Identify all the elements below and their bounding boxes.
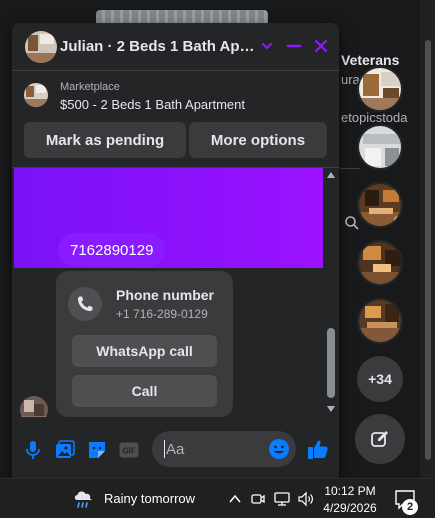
scroll-down-arrow[interactable] — [327, 406, 335, 412]
voice-clip-button[interactable] — [22, 439, 44, 461]
weather-label[interactable]: Rainy tomorrow — [104, 491, 195, 506]
gif-label: GIF — [122, 447, 135, 456]
network-button[interactable] — [273, 491, 291, 507]
phone-icon-container — [68, 287, 102, 321]
chat-title[interactable]: Julian · 2 Beds 1 Bath Apar... — [60, 38, 260, 55]
volume-button[interactable] — [297, 491, 315, 507]
microphone-icon — [26, 441, 40, 459]
sender-avatar — [20, 396, 48, 417]
new-message-button[interactable] — [355, 414, 405, 464]
phone-icon — [78, 296, 93, 311]
attach-photo-button[interactable] — [54, 439, 76, 461]
like-button[interactable] — [307, 438, 329, 460]
photo-icon — [56, 440, 75, 458]
chat-head-avatar[interactable] — [357, 298, 403, 344]
sticker-button[interactable] — [86, 439, 108, 461]
emoji-icon[interactable] — [268, 438, 290, 460]
message-thread[interactable]: 7162890129 Phone number +1 716-289-0129 … — [12, 167, 339, 417]
more-chats-count: +34 — [368, 371, 392, 387]
background-title: Veterans — [341, 52, 400, 68]
message-composer: GIF Aa — [12, 427, 339, 471]
chat-window: Julian · 2 Beds 1 Bath Apar... Marketpla… — [12, 23, 339, 478]
meet-now-button[interactable] — [249, 491, 267, 507]
gif-icon: GIF — [119, 442, 139, 458]
more-options-button[interactable]: More options — [189, 122, 327, 158]
listing-source: Marketplace — [60, 81, 120, 93]
minimize-icon — [286, 44, 302, 48]
background-divider — [340, 168, 360, 169]
marketplace-listing[interactable]: Marketplace $500 - 2 Beds 1 Bath Apartme… — [12, 71, 339, 115]
mark-as-pending-button[interactable]: Mark as pending — [24, 122, 186, 158]
search-icon[interactable] — [344, 215, 360, 231]
listing-title: $500 - 2 Beds 1 Bath Apartment — [60, 97, 246, 112]
chat-head-avatar[interactable] — [357, 124, 403, 170]
online-status-dot — [394, 216, 401, 224]
show-hidden-icons-button[interactable] — [226, 491, 244, 507]
chat-head-avatar[interactable] — [357, 240, 403, 286]
notification-count-badge: 2 — [402, 499, 418, 515]
whatsapp-call-button[interactable]: WhatsApp call — [72, 335, 217, 367]
rain-cloud-icon[interactable] — [72, 487, 96, 511]
contact-avatar[interactable] — [25, 31, 57, 63]
close-button[interactable] — [310, 35, 332, 57]
phone-card-title: Phone number — [116, 287, 215, 303]
windows-taskbar: Rainy tomorrow 10:12 PM 4/29/2026 2 — [0, 478, 435, 518]
chat-head-avatar[interactable] — [357, 66, 403, 112]
more-chats-button[interactable]: +34 — [357, 356, 403, 402]
thumbs-up-icon — [308, 440, 328, 459]
minimize-button[interactable] — [283, 35, 305, 57]
speaker-icon — [298, 491, 313, 507]
phone-card-number: +1 716-289-0129 — [116, 307, 208, 321]
clock-time[interactable]: 10:12 PM — [318, 484, 382, 498]
network-icon — [274, 492, 290, 506]
thread-scrollbar[interactable] — [323, 168, 339, 417]
sticker-icon — [89, 442, 105, 458]
phone-number-card: Phone number +1 716-289-0129 WhatsApp ca… — [56, 271, 233, 417]
page-scrollbar-thumb[interactable] — [425, 40, 431, 460]
scroll-up-arrow[interactable] — [327, 172, 335, 178]
text-caret — [164, 440, 165, 458]
close-icon — [314, 39, 328, 53]
message-input[interactable]: Aa — [152, 431, 296, 467]
chevron-down-icon[interactable] — [260, 39, 274, 53]
compose-icon — [371, 431, 388, 447]
listing-thumbnail — [24, 83, 48, 107]
chat-head-avatar[interactable] — [357, 182, 403, 228]
gif-button[interactable]: GIF — [118, 439, 140, 461]
message-input-placeholder: Aa — [166, 441, 185, 458]
clock-date[interactable]: 4/29/2026 — [318, 501, 382, 515]
chevron-up-icon — [229, 494, 241, 503]
scrollbar-thumb[interactable] — [327, 328, 335, 398]
call-button[interactable]: Call — [72, 375, 217, 407]
phone-message-bubble[interactable]: 7162890129 — [58, 233, 166, 267]
chat-header[interactable]: Julian · 2 Beds 1 Bath Apar... — [12, 23, 339, 71]
background-handle: etopicstoda — [341, 110, 408, 125]
camera-icon — [251, 494, 265, 504]
